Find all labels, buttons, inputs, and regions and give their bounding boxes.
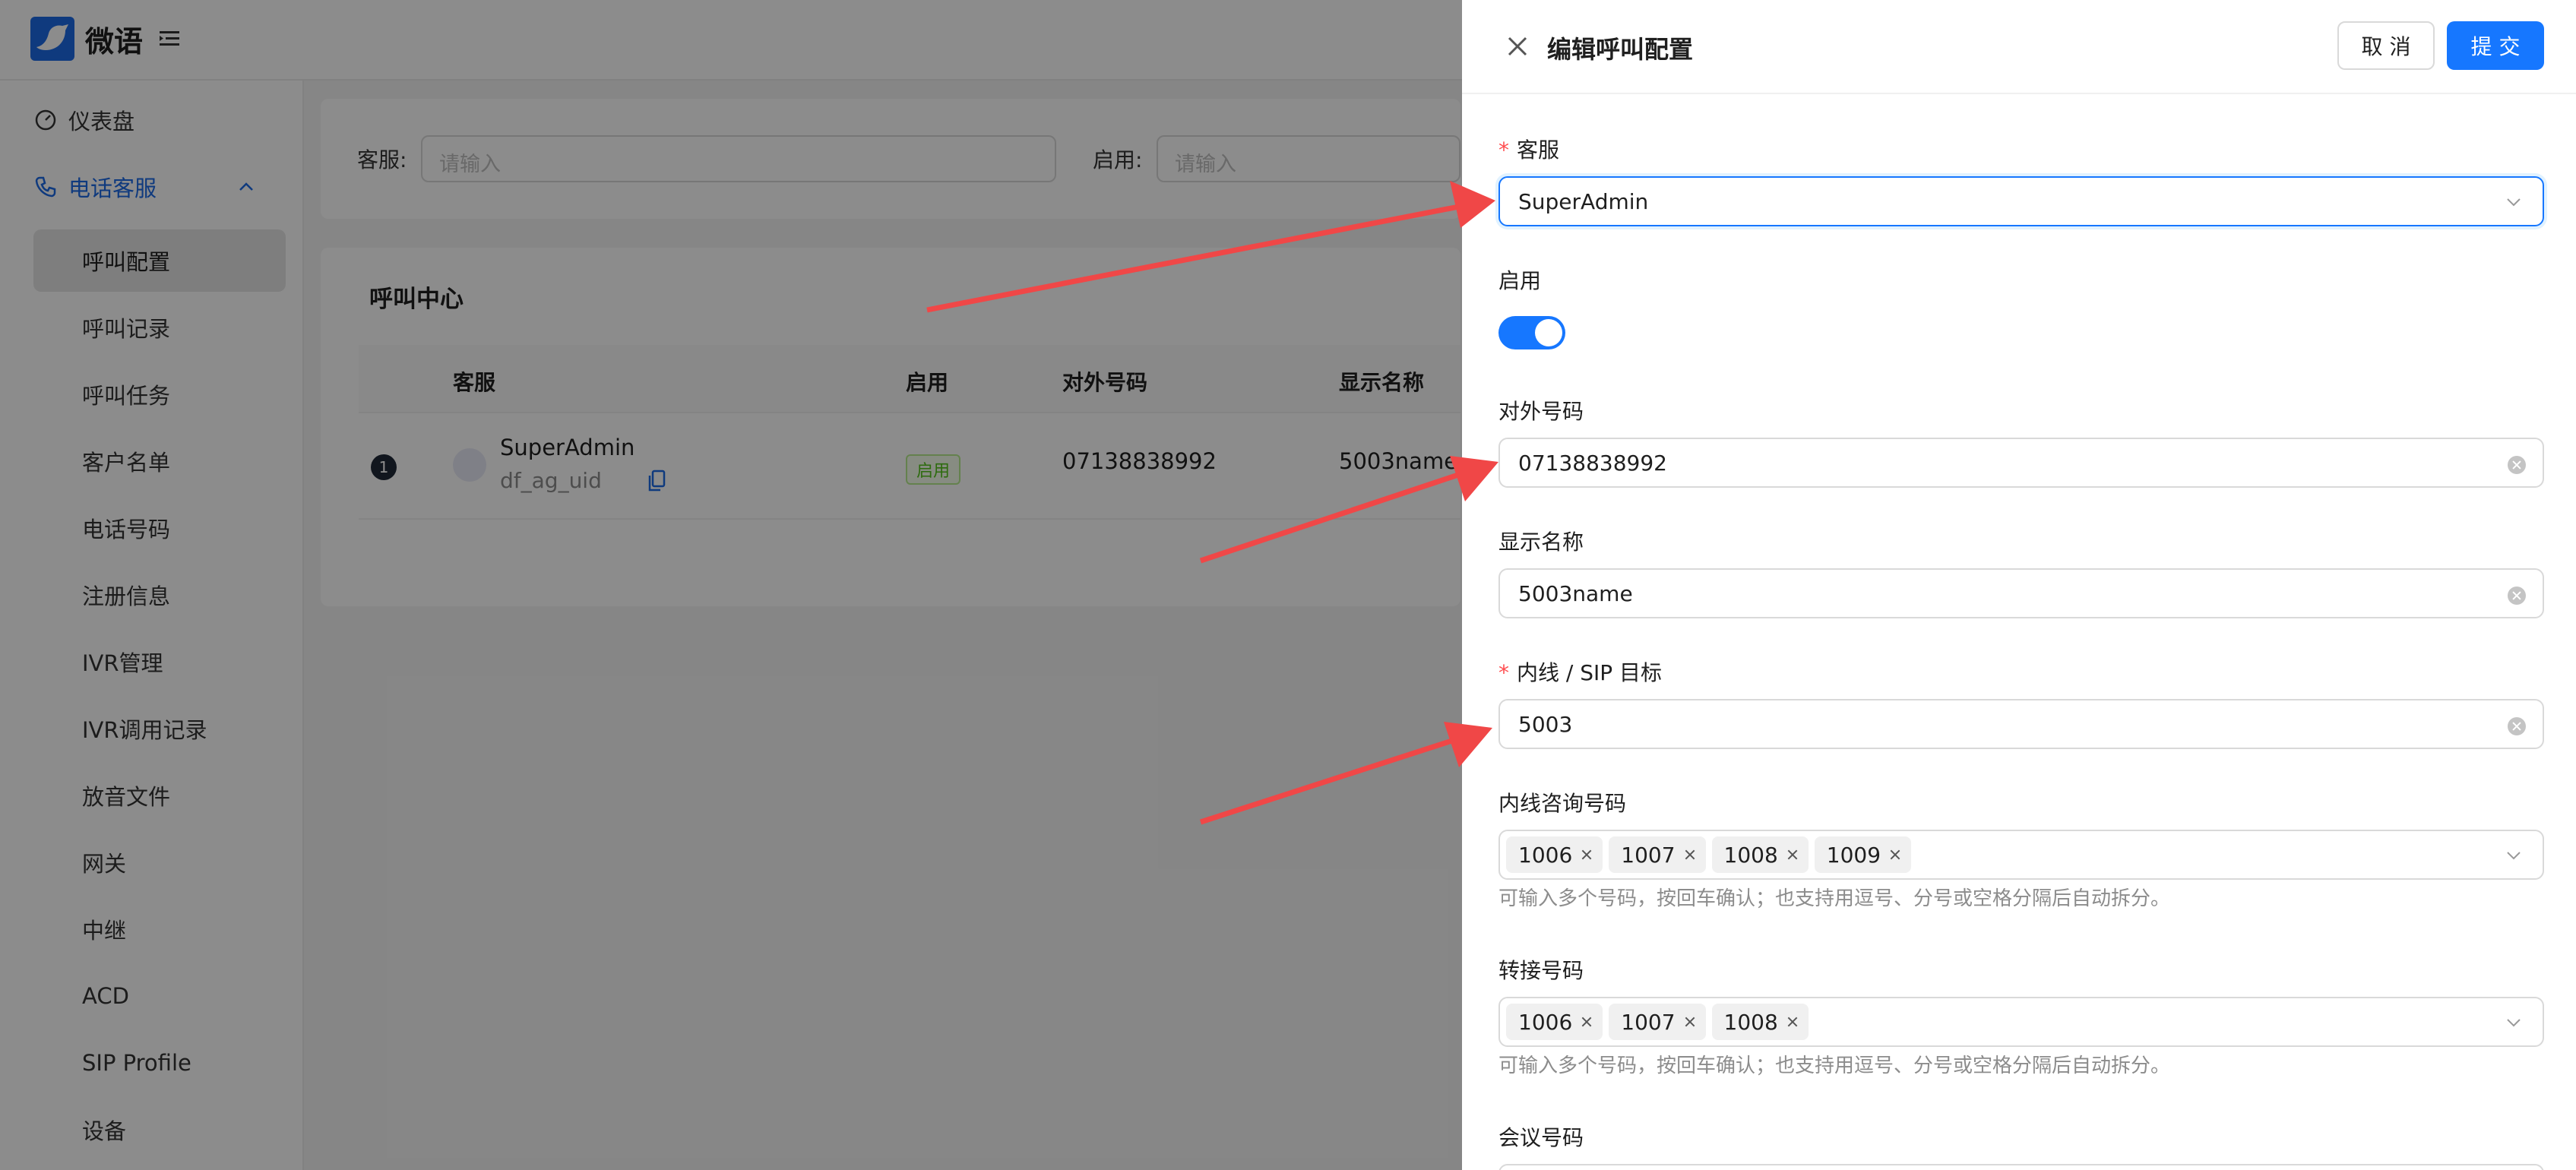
number-tag: 1007 [1609,1004,1706,1040]
transfer-numbers-select[interactable]: 1006 1007 1008 [1498,997,2544,1047]
enabled-toggle[interactable] [1498,316,1565,349]
agent-field-label: * 客服 [1498,138,1560,163]
clear-icon[interactable] [2508,456,2526,474]
number-tag: 1008 [1711,1004,1809,1040]
display-name-input[interactable]: 5003name [1498,568,2544,618]
tag-remove-icon[interactable] [1578,846,1595,863]
number-tag: 1009 [1814,836,1912,873]
enabled-field-label: 启用 [1498,268,1542,293]
transfer-help-text: 可输入多个号码，按回车确认；也支持用逗号、分号或空格分隔后自动拆分。 [1498,1055,2171,1077]
clear-icon[interactable] [2508,587,2526,605]
sip-target-value: 5003 [1518,711,1573,737]
cancel-button[interactable]: 取 消 [2337,21,2435,70]
display-name-value: 5003name [1518,580,1633,606]
chevron-down-icon [2507,1019,2521,1027]
agent-select[interactable]: SuperAdmin [1498,176,2544,226]
tag-remove-icon[interactable] [1887,846,1904,863]
tag-label: 1007 [1621,842,1676,868]
display-name-field-label: 显示名称 [1498,530,1584,555]
submit-button[interactable]: 提 交 [2447,21,2544,70]
sip-target-input[interactable]: 5003 [1498,699,2544,749]
number-tag: 1006 [1506,836,1603,873]
agent-select-value: SuperAdmin [1518,188,1649,214]
tag-label: 1006 [1518,842,1573,868]
chevron-down-icon [2507,198,2521,207]
conference-field-label: 会议号码 [1498,1125,1584,1150]
sip-target-field-label: * 内线 / SIP 目标 [1498,660,1663,685]
consult-field-label: 内线咨询号码 [1498,791,1627,816]
tag-remove-icon[interactable] [1784,846,1801,863]
conference-numbers-input[interactable] [1498,1164,2544,1170]
drawer-header: 编辑呼叫配置 取 消 提 交 [1462,0,2576,94]
transfer-field-label: 转接号码 [1498,958,1584,983]
tag-remove-icon[interactable] [1784,1013,1801,1030]
tag-label: 1009 [1826,842,1881,868]
outbound-field-label: 对外号码 [1498,399,1584,424]
drawer-title: 编辑呼叫配置 [1547,35,1694,64]
consult-help-text: 可输入多个号码，按回车确认；也支持用逗号、分号或空格分隔后自动拆分。 [1498,887,2171,910]
chevron-down-icon [2507,852,2521,860]
tag-label: 1008 [1723,1009,1778,1035]
tag-label: 1007 [1621,1009,1676,1035]
edit-drawer: 编辑呼叫配置 取 消 提 交 * 客服 SuperAdmin 启用 对外号码 07… [1462,0,2576,1170]
number-tag: 1006 [1506,1004,1603,1040]
clear-icon[interactable] [2508,717,2526,735]
tag-remove-icon[interactable] [1682,1013,1698,1030]
number-tag: 1008 [1711,836,1809,873]
consult-numbers-select[interactable]: 1006 1007 1008 1009 [1498,830,2544,880]
close-icon[interactable] [1505,33,1530,59]
tag-remove-icon[interactable] [1578,1013,1595,1030]
outbound-number-input[interactable]: 07138838992 [1498,438,2544,488]
number-tag: 1007 [1609,836,1706,873]
tag-label: 1008 [1723,842,1778,868]
tag-label: 1006 [1518,1009,1573,1035]
toggle-knob [1535,319,1562,346]
tag-remove-icon[interactable] [1682,846,1698,863]
outbound-number-value: 07138838992 [1518,450,1667,476]
